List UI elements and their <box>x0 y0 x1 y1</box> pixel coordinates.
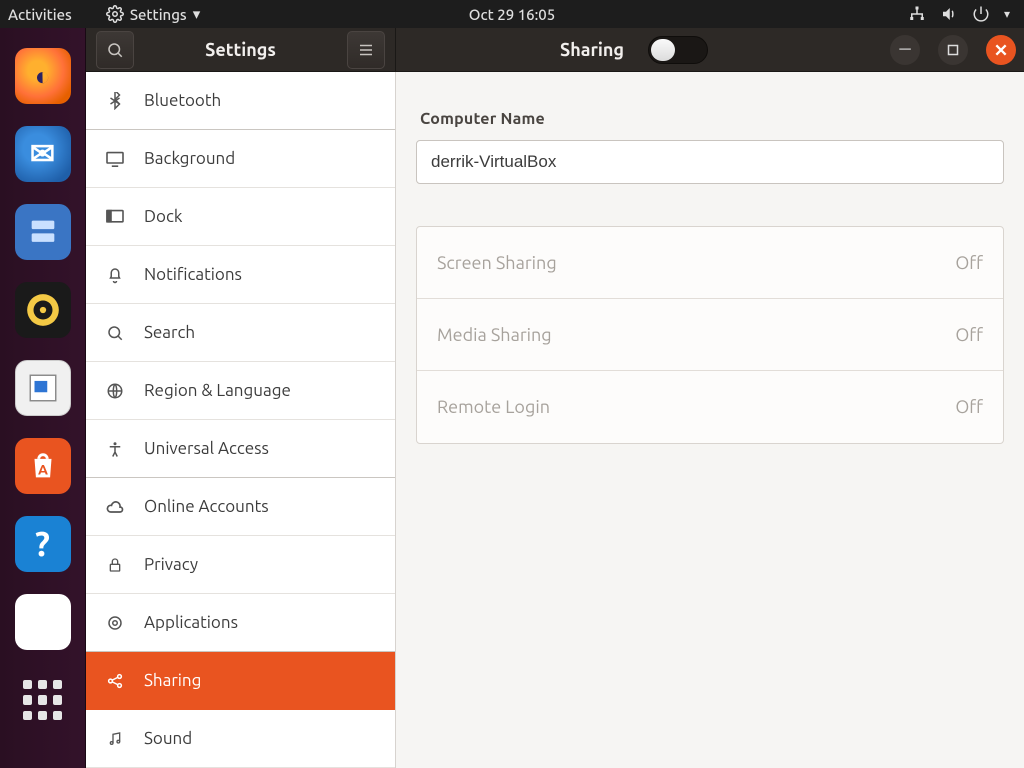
window-close-button[interactable] <box>986 35 1016 65</box>
sidebar-item-label: Notifications <box>144 265 242 284</box>
applications-icon <box>104 614 126 632</box>
row-label: Media Sharing <box>437 325 552 345</box>
amazon-icon: a <box>34 603 51 641</box>
app-menu-label: Settings <box>130 6 187 23</box>
accessibility-icon <box>104 440 126 458</box>
speaker-icon <box>24 291 62 329</box>
sidebar-item-online-accounts[interactable]: Online Accounts <box>86 478 395 536</box>
sidebar-item-privacy[interactable]: Privacy <box>86 536 395 594</box>
search-button[interactable] <box>96 31 134 69</box>
dock-show-applications[interactable] <box>15 672 71 728</box>
close-icon <box>994 43 1008 57</box>
clock[interactable]: Oct 29 16:05 <box>469 6 555 23</box>
dock-rhythmbox[interactable] <box>15 282 71 338</box>
lock-icon <box>104 556 126 574</box>
hamburger-menu-button[interactable] <box>347 31 385 69</box>
hamburger-icon <box>357 41 375 59</box>
dock-libreoffice[interactable] <box>15 360 71 416</box>
activities-button[interactable]: Activities <box>8 6 72 23</box>
row-state: Off <box>955 253 983 273</box>
row-remote-login[interactable]: Remote Login Off <box>417 371 1003 443</box>
share-icon <box>104 672 126 690</box>
settings-window: Settings Sharing ─ <box>86 28 1024 768</box>
sidebar-item-region[interactable]: Region & Language <box>86 362 395 420</box>
gear-icon <box>106 5 124 23</box>
computer-name-input[interactable] <box>416 140 1004 184</box>
display-icon <box>104 151 126 167</box>
dock-thunderbird[interactable]: ✉ <box>15 126 71 182</box>
chevron-down-icon: ▾ <box>193 5 201 23</box>
sidebar-item-notifications[interactable]: Notifications <box>86 246 395 304</box>
headerbar: Settings Sharing ─ <box>86 28 1024 72</box>
settings-sidebar: Bluetooth Background Dock Notifications … <box>86 72 396 768</box>
sidebar-item-label: Sharing <box>144 671 201 690</box>
sidebar-item-sharing[interactable]: Sharing <box>86 652 395 710</box>
search-icon <box>104 324 126 342</box>
ubuntu-dock: ◐ ✉ A ? a <box>0 28 86 768</box>
sharing-services-list: Screen Sharing Off Media Sharing Off Rem… <box>416 226 1004 444</box>
window-content: Bluetooth Background Dock Notifications … <box>86 72 1024 768</box>
sidebar-item-search[interactable]: Search <box>86 304 395 362</box>
bluetooth-icon <box>104 92 126 110</box>
cloud-icon <box>104 499 126 515</box>
window-minimize-button[interactable]: ─ <box>890 35 920 65</box>
sidebar-item-label: Search <box>144 323 195 342</box>
sidebar-title: Settings <box>205 40 276 60</box>
sidebar-item-label: Sound <box>144 729 192 748</box>
app-menu-button[interactable]: Settings ▾ <box>106 5 200 23</box>
sharing-master-switch[interactable] <box>648 36 708 64</box>
row-media-sharing[interactable]: Media Sharing Off <box>417 299 1003 371</box>
sidebar-item-label: Bluetooth <box>144 91 221 110</box>
sidebar-item-label: Privacy <box>144 555 198 574</box>
globe-icon <box>104 382 126 400</box>
sidebar-item-bluetooth[interactable]: Bluetooth <box>86 72 395 130</box>
sidebar-item-label: Dock <box>144 207 182 226</box>
help-icon: ? <box>35 525 50 563</box>
row-screen-sharing[interactable]: Screen Sharing Off <box>417 227 1003 299</box>
gnome-top-panel: Activities Settings ▾ Oct 29 16:05 ▾ <box>0 0 1024 28</box>
sidebar-item-label: Background <box>144 149 235 168</box>
sidebar-item-applications[interactable]: Applications <box>86 594 395 652</box>
sidebar-item-label: Applications <box>144 613 238 632</box>
row-state: Off <box>955 325 983 345</box>
volume-icon[interactable] <box>940 5 958 23</box>
search-icon <box>106 41 124 59</box>
sidebar-item-universal-access[interactable]: Universal Access <box>86 420 395 478</box>
firefox-icon: ◐ <box>35 61 51 92</box>
headerbar-right: Sharing ─ <box>396 28 1024 71</box>
minimize-icon: ─ <box>899 40 910 59</box>
dock-files[interactable] <box>15 204 71 260</box>
row-label: Remote Login <box>437 397 550 417</box>
window-maximize-button[interactable] <box>938 35 968 65</box>
sidebar-item-background[interactable]: Background <box>86 130 395 188</box>
music-note-icon <box>104 730 126 748</box>
sidebar-item-dock[interactable]: Dock <box>86 188 395 246</box>
sidebar-item-label: Online Accounts <box>144 497 269 516</box>
svg-text:A: A <box>38 462 48 478</box>
dock-help[interactable]: ? <box>15 516 71 572</box>
bell-icon <box>104 266 126 284</box>
dock-icon <box>104 209 126 225</box>
system-menu-chevron-icon[interactable]: ▾ <box>1004 7 1010 21</box>
dock-amazon[interactable]: a <box>15 594 71 650</box>
row-label: Screen Sharing <box>437 253 557 273</box>
row-state: Off <box>955 397 983 417</box>
files-icon <box>26 215 60 249</box>
power-icon[interactable] <box>972 5 990 23</box>
sidebar-item-sound[interactable]: Sound <box>86 710 395 768</box>
computer-name-label: Computer Name <box>420 110 1004 128</box>
headerbar-left: Settings <box>86 28 396 71</box>
sidebar-item-label: Universal Access <box>144 439 269 458</box>
thunderbird-icon: ✉ <box>30 136 55 172</box>
sharing-panel: Computer Name Screen Sharing Off Media S… <box>396 72 1024 768</box>
writer-icon <box>26 371 60 405</box>
maximize-icon <box>947 44 959 56</box>
dock-ubuntu-software[interactable]: A <box>15 438 71 494</box>
dock-firefox[interactable]: ◐ <box>15 48 71 104</box>
sidebar-item-label: Region & Language <box>144 381 291 400</box>
shopping-bag-icon: A <box>26 449 60 483</box>
page-title: Sharing <box>560 40 624 60</box>
network-icon[interactable] <box>908 5 926 23</box>
desktop: ◐ ✉ A ? a Settings <box>0 28 1024 768</box>
